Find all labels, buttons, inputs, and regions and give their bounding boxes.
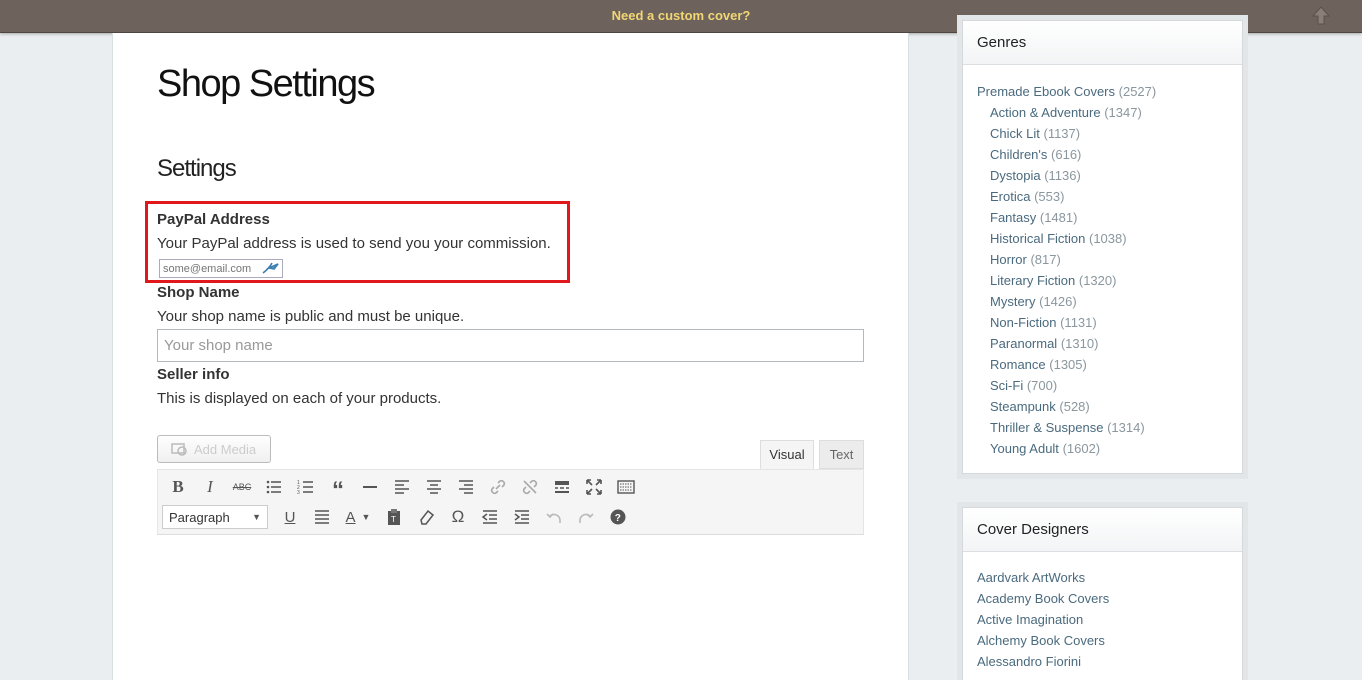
designer-item[interactable]: Academy Book Covers xyxy=(977,588,1109,609)
redo-icon[interactable] xyxy=(570,503,602,531)
clear-formatting-icon[interactable] xyxy=(410,503,442,531)
genre-item[interactable]: Erotica (553) xyxy=(977,186,1156,207)
insert-link-icon[interactable] xyxy=(482,473,514,501)
genre-item[interactable]: Children's (616) xyxy=(977,144,1156,165)
genre-item[interactable]: Action & Adventure (1347) xyxy=(977,102,1156,123)
text-color-icon[interactable]: A ▼ xyxy=(338,503,378,531)
designers-list: Aardvark ArtWorks Academy Book Covers Ac… xyxy=(977,567,1109,672)
genre-item[interactable]: Sci-Fi (700) xyxy=(977,375,1156,396)
toolbar-toggle-icon[interactable] xyxy=(610,473,642,501)
seller-info-description: This is displayed on each of your produc… xyxy=(157,390,442,407)
shop-name-description: Your shop name is public and must be uni… xyxy=(157,308,465,325)
horizontal-line-icon[interactable] xyxy=(354,473,386,501)
editor-content-border xyxy=(157,534,864,535)
read-more-icon[interactable] xyxy=(546,473,578,501)
genre-item[interactable]: Thriller & Suspense (1314) xyxy=(977,417,1156,438)
genre-item[interactable]: Non-Fiction (1131) xyxy=(977,312,1156,333)
genre-item[interactable]: Fantasy (1481) xyxy=(977,207,1156,228)
chevron-down-icon: ▼ xyxy=(252,512,261,522)
italic-icon[interactable]: I xyxy=(194,473,226,501)
tab-text[interactable]: Text xyxy=(819,440,864,469)
genres-widget: Genres Premade Ebook Covers (2527) Actio… xyxy=(962,20,1243,474)
editor-toolbar: B I ABC 123 “ Paragraph ▼ U A ▼ T Ω ? xyxy=(157,469,864,535)
svg-text:3: 3 xyxy=(297,490,300,496)
justify-icon[interactable] xyxy=(306,503,338,531)
genre-item[interactable]: Literary Fiction (1320) xyxy=(977,270,1156,291)
special-character-icon[interactable]: Ω xyxy=(442,503,474,531)
remove-link-icon[interactable] xyxy=(514,473,546,501)
genre-item[interactable]: Historical Fiction (1038) xyxy=(977,228,1156,249)
scroll-to-top-icon[interactable] xyxy=(1310,5,1332,27)
align-left-icon[interactable] xyxy=(386,473,418,501)
shop-name-input[interactable] xyxy=(157,329,864,362)
outdent-icon[interactable] xyxy=(474,503,506,531)
align-center-icon[interactable] xyxy=(418,473,450,501)
section-title: Settings xyxy=(157,155,237,182)
seller-info-label: Seller info xyxy=(157,366,230,383)
undo-icon[interactable] xyxy=(538,503,570,531)
designer-item[interactable]: Alchemy Book Covers xyxy=(977,630,1109,651)
bold-icon[interactable]: B xyxy=(162,473,194,501)
add-media-button[interactable]: Add Media xyxy=(157,435,271,463)
bullet-list-icon[interactable] xyxy=(258,473,290,501)
help-icon[interactable]: ? xyxy=(602,503,634,531)
format-select-value: Paragraph xyxy=(169,509,230,525)
cover-designers-widget: Cover Designers Aardvark ArtWorks Academ… xyxy=(962,507,1243,680)
autofill-icon[interactable] xyxy=(261,261,281,275)
genre-item[interactable]: Mystery (1426) xyxy=(977,291,1156,312)
paste-text-icon[interactable]: T xyxy=(378,503,410,531)
genre-item[interactable]: Horror (817) xyxy=(977,249,1156,270)
numbered-list-icon[interactable]: 123 xyxy=(290,473,322,501)
align-right-icon[interactable] xyxy=(450,473,482,501)
designer-item[interactable]: Active Imagination xyxy=(977,609,1109,630)
genre-item[interactable]: Dystopia (1136) xyxy=(977,165,1156,186)
genre-item[interactable]: Young Adult (1602) xyxy=(977,438,1156,459)
tab-visual[interactable]: Visual xyxy=(760,440,814,469)
media-icon xyxy=(171,443,187,456)
blockquote-icon[interactable]: “ xyxy=(322,473,354,503)
main-content: Shop Settings Settings PayPal Address Yo… xyxy=(112,33,909,680)
custom-cover-link[interactable]: Need a custom cover? xyxy=(612,0,751,32)
genre-item[interactable]: Chick Lit (1137) xyxy=(977,123,1156,144)
underline-icon[interactable]: U xyxy=(274,503,306,531)
genre-item[interactable]: Paranormal (1310) xyxy=(977,333,1156,354)
designer-item[interactable]: Alessandro Fiorini xyxy=(977,651,1109,672)
genre-item[interactable]: Romance (1305) xyxy=(977,354,1156,375)
page-title: Shop Settings xyxy=(157,63,376,105)
fullscreen-icon[interactable] xyxy=(578,473,610,501)
svg-text:?: ? xyxy=(615,513,621,524)
indent-icon[interactable] xyxy=(506,503,538,531)
format-select[interactable]: Paragraph ▼ xyxy=(162,505,268,529)
paypal-label: PayPal Address xyxy=(157,211,270,228)
designer-item[interactable]: Aardvark ArtWorks xyxy=(977,567,1109,588)
genres-list: Premade Ebook Covers (2527) Action & Adv… xyxy=(977,81,1156,459)
add-media-label: Add Media xyxy=(194,441,257,457)
genre-item[interactable]: Steampunk (528) xyxy=(977,396,1156,417)
shop-name-label: Shop Name xyxy=(157,284,240,301)
paypal-description: Your PayPal address is used to send you … xyxy=(157,235,551,252)
genres-title: Genres xyxy=(963,21,1242,65)
strikethrough-icon[interactable]: ABC xyxy=(226,473,258,501)
cover-designers-title: Cover Designers xyxy=(963,508,1242,552)
svg-text:T: T xyxy=(391,515,396,524)
genre-item[interactable]: Premade Ebook Covers (2527) xyxy=(977,81,1156,102)
